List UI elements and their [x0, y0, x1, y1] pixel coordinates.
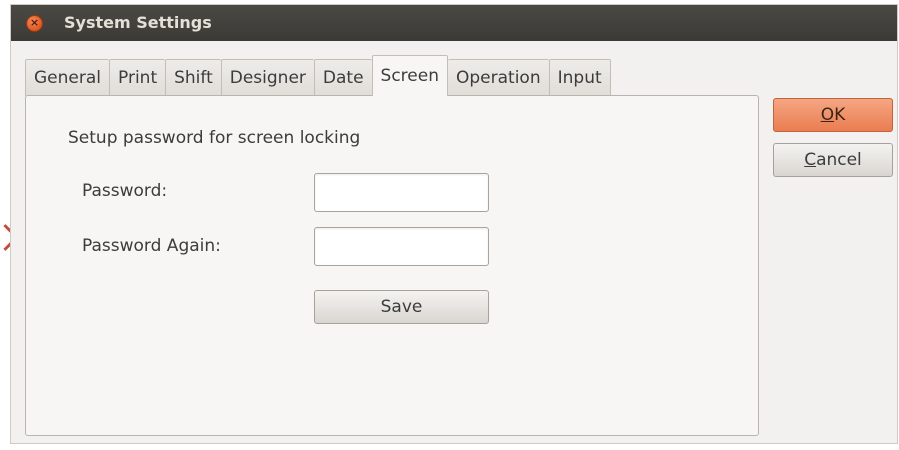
screen-tab-panel: Setup password for screen locking Passwo… — [25, 95, 759, 436]
cancel-label-rest: ancel — [816, 150, 862, 170]
password-again-field[interactable] — [314, 227, 489, 266]
ok-button[interactable]: OK — [773, 98, 893, 132]
password-again-label: Password Again: — [82, 236, 221, 256]
tab-general[interactable]: General — [25, 59, 109, 96]
ok-label-rest: K — [834, 105, 846, 125]
password-field[interactable] — [314, 173, 489, 212]
cancel-button[interactable]: Cancel — [773, 143, 893, 177]
tab-operation[interactable]: Operation — [448, 59, 549, 96]
password-label: Password: — [82, 181, 168, 201]
tab-screen[interactable]: Screen — [371, 55, 448, 96]
titlebar: × System Settings — [11, 5, 897, 41]
tab-bar: General Print Shift Designer Date Screen… — [25, 55, 611, 96]
tab-shift[interactable]: Shift — [165, 59, 221, 96]
close-icon[interactable]: × — [26, 15, 43, 32]
tab-input[interactable]: Input — [548, 59, 611, 96]
system-settings-dialog: × System Settings General Print Shift De… — [10, 4, 898, 444]
section-heading: Setup password for screen locking — [68, 128, 361, 148]
save-button[interactable]: Save — [314, 290, 489, 324]
tab-date[interactable]: Date — [313, 59, 372, 96]
ok-mnemonic: O — [820, 105, 835, 125]
window-title: System Settings — [64, 13, 212, 32]
tab-designer[interactable]: Designer — [220, 59, 314, 96]
tab-print[interactable]: Print — [109, 59, 166, 96]
cancel-mnemonic: C — [804, 150, 817, 170]
